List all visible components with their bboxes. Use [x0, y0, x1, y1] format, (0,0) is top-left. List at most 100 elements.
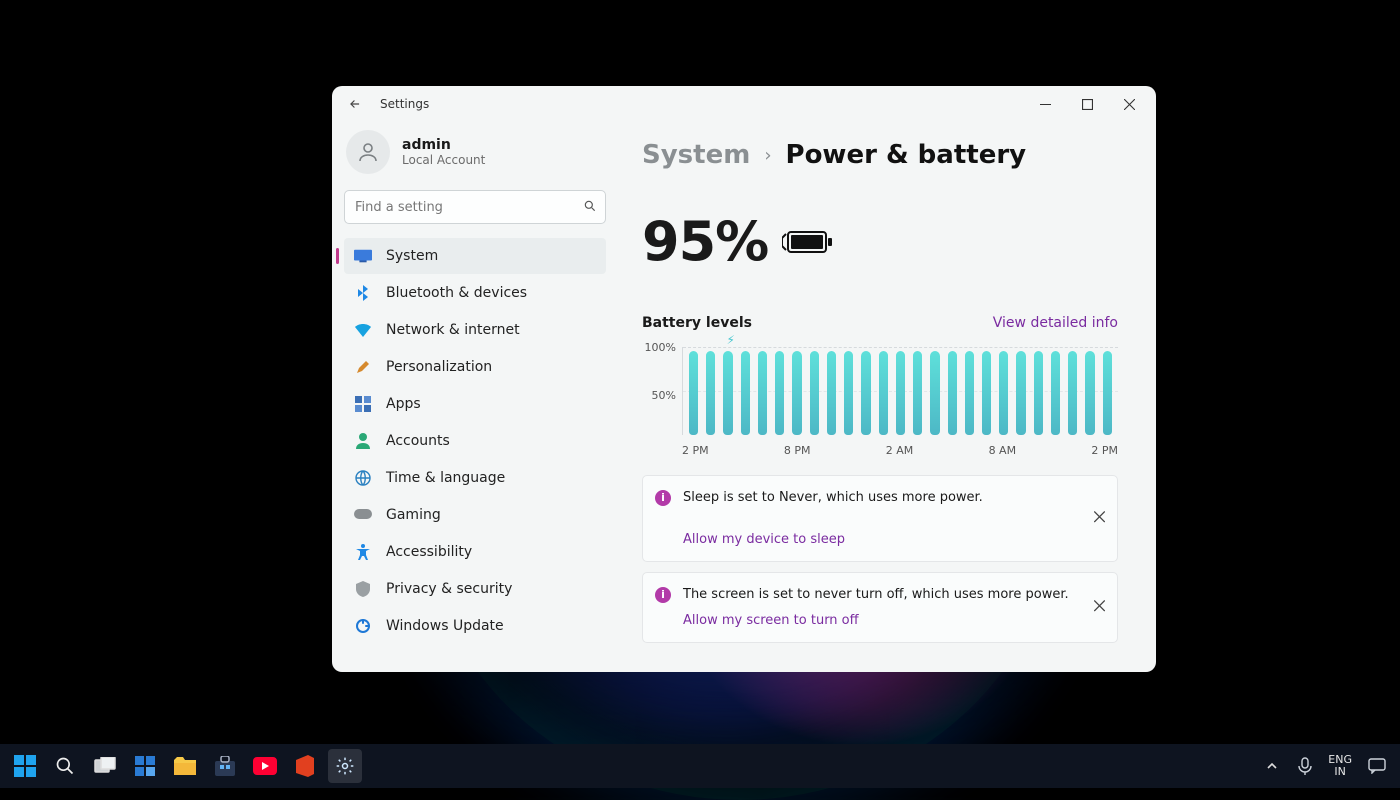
chart-bar	[1103, 351, 1112, 435]
close-icon[interactable]	[1094, 598, 1105, 618]
chart-bar	[896, 351, 905, 435]
wifi-icon	[354, 321, 372, 339]
sidebar-item-system[interactable]: System	[344, 238, 606, 274]
battery-charging-icon	[782, 228, 834, 256]
microphone-icon[interactable]	[1296, 749, 1314, 783]
office-icon[interactable]	[288, 749, 322, 783]
sidebar-item-gaming[interactable]: Gaming	[344, 497, 606, 533]
back-button[interactable]	[346, 95, 364, 113]
view-detailed-info-link[interactable]: View detailed info	[993, 315, 1118, 331]
sidebar-item-label: Accounts	[386, 433, 450, 449]
search-icon	[583, 199, 597, 217]
file-explorer-icon[interactable]	[168, 749, 202, 783]
sidebar-item-label: Apps	[386, 396, 421, 412]
chart-bar	[879, 351, 888, 435]
info-icon: i	[655, 490, 671, 506]
chart-xaxis: 2 PM 8 PM 2 AM 8 AM 2 PM	[682, 444, 1118, 457]
xtick: 2 PM	[682, 444, 709, 457]
sidebar-item-bluetooth[interactable]: Bluetooth & devices	[344, 275, 606, 311]
action-center-icon[interactable]	[1366, 749, 1388, 783]
chart-bar	[930, 351, 939, 435]
chart-bar	[1068, 351, 1077, 435]
sidebar-item-time-language[interactable]: Time & language	[344, 460, 606, 496]
brush-icon	[354, 358, 372, 376]
chart-bar	[982, 351, 991, 435]
lang-bot: IN	[1328, 766, 1352, 778]
maximize-button[interactable]	[1066, 88, 1108, 120]
chart-bar	[758, 351, 767, 435]
info-icon: i	[655, 587, 671, 603]
chart-bar	[706, 351, 715, 435]
sidebar-item-label: Accessibility	[386, 544, 472, 560]
chart-bar	[999, 351, 1008, 435]
search-input[interactable]: Find a setting	[344, 190, 606, 224]
widgets-icon[interactable]	[128, 749, 162, 783]
person-icon	[354, 432, 372, 450]
settings-taskbar-icon[interactable]	[328, 749, 362, 783]
xtick: 2 AM	[886, 444, 914, 457]
user-type: Local Account	[402, 153, 485, 167]
chart-bar	[792, 351, 801, 435]
sidebar-item-accessibility[interactable]: Accessibility	[344, 534, 606, 570]
sidebar-item-label: Bluetooth & devices	[386, 285, 527, 301]
chart-bar	[775, 351, 784, 435]
sidebar-item-label: Privacy & security	[386, 581, 512, 597]
chart-bar	[1016, 351, 1025, 435]
start-button[interactable]	[8, 749, 42, 783]
sidebar-item-network[interactable]: Network & internet	[344, 312, 606, 348]
chart-bar	[861, 351, 870, 435]
task-view-icon[interactable]	[88, 749, 122, 783]
taskbar-search-icon[interactable]	[48, 749, 82, 783]
tray-overflow-icon[interactable]	[1262, 749, 1282, 783]
sidebar-item-label: Gaming	[386, 507, 441, 523]
input-language[interactable]: ENG IN	[1328, 754, 1352, 777]
titlebar: Settings	[332, 86, 1156, 122]
sidebar-item-accounts[interactable]: Accounts	[344, 423, 606, 459]
xtick: 8 PM	[784, 444, 811, 457]
search-placeholder: Find a setting	[355, 200, 443, 215]
youtube-icon[interactable]	[248, 749, 282, 783]
gamepad-icon	[354, 506, 372, 524]
sidebar-item-apps[interactable]: Apps	[344, 386, 606, 422]
chart-bar	[965, 351, 974, 435]
minimize-button[interactable]	[1024, 88, 1066, 120]
accessibility-icon	[354, 543, 372, 561]
sidebar-item-personalization[interactable]: Personalization	[344, 349, 606, 385]
settings-window: Settings admin Local Account Find a sett…	[332, 86, 1156, 672]
battery-levels-chart: 100% 50% ⚡ 2 PM 8 PM 2 AM 8 AM 2 PM	[642, 337, 1118, 457]
chart-bar	[913, 351, 922, 435]
chart-bar	[810, 351, 819, 435]
charging-marker-icon: ⚡	[727, 333, 735, 347]
power-tip-screen: i The screen is set to never turn off, w…	[642, 572, 1118, 643]
battery-percent: 95%	[642, 210, 768, 273]
nav: System Bluetooth & devices Network & int…	[344, 238, 606, 644]
ytick-100: 100%	[645, 341, 676, 354]
allow-sleep-link[interactable]: Allow my device to sleep	[683, 530, 845, 550]
microsoft-store-icon[interactable]	[208, 749, 242, 783]
chart-title: Battery levels	[642, 315, 752, 331]
tip-text: Sleep is set to Never, which uses more p…	[683, 488, 983, 508]
close-button[interactable]	[1108, 88, 1150, 120]
sidebar-item-windows-update[interactable]: Windows Update	[344, 608, 606, 644]
globe-icon	[354, 469, 372, 487]
tip-text: The screen is set to never turn off, whi…	[683, 587, 1069, 602]
page-title: Power & battery	[786, 140, 1027, 170]
sidebar-item-label: Windows Update	[386, 618, 504, 634]
sidebar-item-label: Time & language	[386, 470, 505, 486]
account-header[interactable]: admin Local Account	[344, 126, 606, 186]
close-icon[interactable]	[1094, 509, 1105, 529]
main-panel: System › Power & battery 95% Battery lev…	[616, 122, 1156, 672]
sidebar-item-label: Personalization	[386, 359, 492, 375]
sidebar-item-label: Network & internet	[386, 322, 520, 338]
ytick-50: 50%	[652, 389, 676, 402]
update-icon	[354, 617, 372, 635]
xtick: 2 PM	[1091, 444, 1118, 457]
breadcrumb-parent[interactable]: System	[642, 140, 750, 170]
chevron-right-icon: ›	[764, 145, 771, 166]
allow-screen-off-link[interactable]: Allow my screen to turn off	[683, 611, 1073, 631]
breadcrumb: System › Power & battery	[642, 140, 1118, 170]
chart-bar	[723, 351, 732, 435]
user-name: admin	[402, 137, 485, 153]
sidebar-item-label: System	[386, 248, 438, 264]
sidebar-item-privacy[interactable]: Privacy & security	[344, 571, 606, 607]
